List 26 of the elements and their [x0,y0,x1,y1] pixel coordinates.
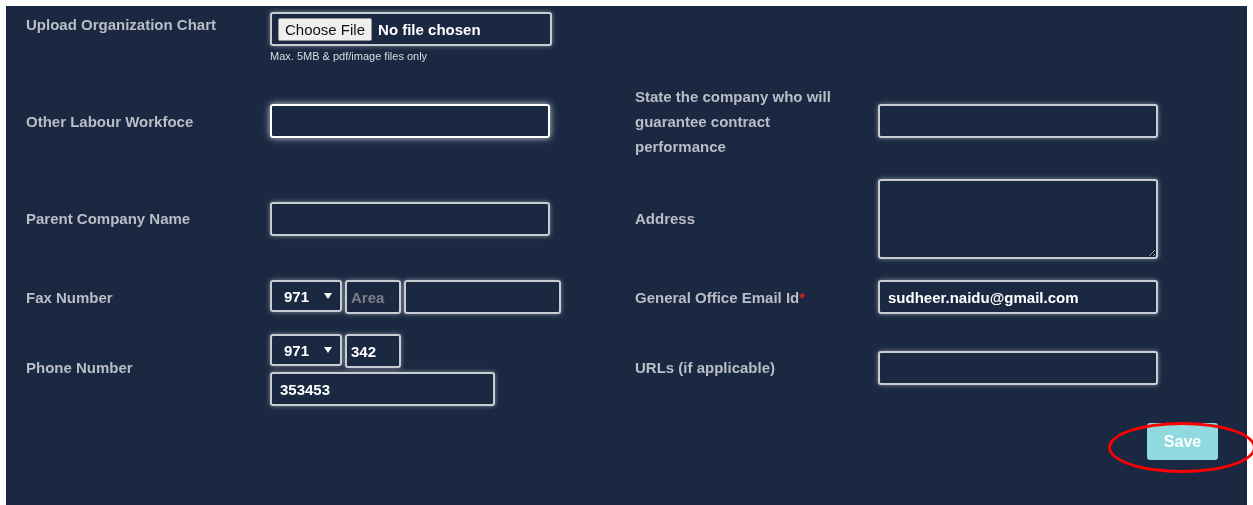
area-code-field[interactable]: Area [345,280,401,314]
text-field[interactable] [270,201,550,236]
country-code-select[interactable]: 971 [270,280,342,312]
field-label: Fax Number [26,287,114,308]
upload-hint: Max. 5MB & pdf/image files only [270,50,429,62]
fax-number-field[interactable] [404,280,561,314]
file-status: No file chosen [378,20,481,38]
text-field[interactable]: sudheer.naidu@gmail.com [878,280,1158,314]
choose-file-button[interactable]: Choose File [278,17,373,41]
field-label: URLs (if applicable) [635,358,777,378]
field-label: Other Labour Workfoce [26,111,195,132]
text-field[interactable] [878,350,1158,385]
field-label: Parent Company Name [26,209,192,229]
phone-number-field[interactable]: 353453 [270,372,495,406]
field-label: General Office Email Id* [635,287,807,308]
field-label: Upload Organization Chart [26,15,217,35]
file-input[interactable]: Choose File No file chosen [270,12,552,46]
caret-icon [324,293,332,299]
area-code-field[interactable]: 342 [345,334,401,368]
field-label: Phone Number [26,358,134,378]
field-label: Address [635,209,697,229]
field-label: State the company who will guarantee contract performance [635,86,832,157]
caret-icon [324,347,332,353]
address-field[interactable] [878,178,1158,259]
text-field[interactable] [878,104,1158,138]
country-code-select[interactable]: 971 [270,334,342,366]
